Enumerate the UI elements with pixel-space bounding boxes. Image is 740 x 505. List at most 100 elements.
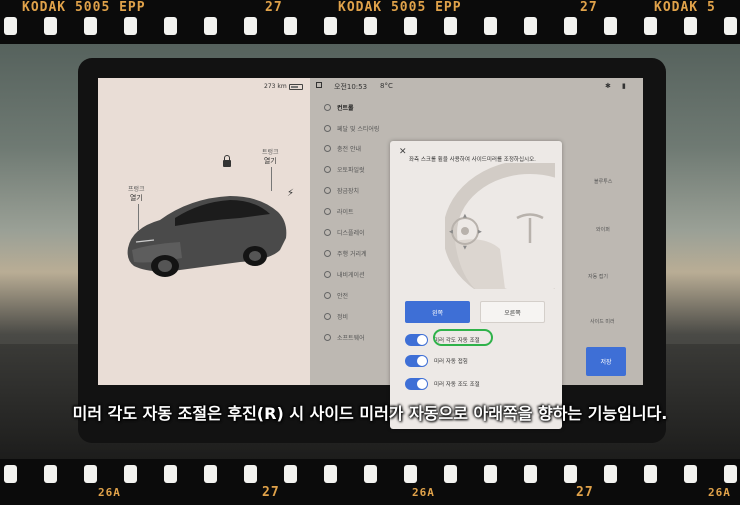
clock: 오전10:53 [334, 83, 368, 91]
rear-trunk-label: 트렁크 [262, 149, 279, 156]
rear-trunk-button[interactable]: 트렁크 열기 [262, 148, 279, 166]
film-perforation [4, 465, 17, 483]
film-perforation [444, 465, 457, 483]
menu-item-locks[interactable]: 잠금장치 [324, 184, 359, 196]
video-subtitle: 미러 각도 자동 조절은 후진(R) 시 사이드 미러가 자동으로 아래쪽을 향… [72, 404, 668, 423]
mirror-fold-toggle[interactable] [405, 355, 428, 367]
film-perforation [324, 17, 337, 35]
rear-trunk-open-label: 열기 [263, 157, 277, 165]
steering-wheel-image: ▲ ▼ ◀ ▶ [445, 163, 555, 289]
lock-icon [324, 186, 331, 194]
svg-text:◀: ◀ [449, 229, 453, 235]
save-button[interactable]: 저장 [586, 347, 626, 376]
menu-item-autopilot[interactable]: 오토파일럿 [324, 163, 365, 175]
toggle-icon [324, 103, 331, 111]
bolt-icon [324, 144, 331, 152]
film-perforation [404, 465, 417, 483]
film-perforation [164, 465, 177, 483]
right-tile-mirror[interactable]: 사이드 미러 [590, 318, 615, 325]
car-image [127, 196, 287, 277]
film-perforation [604, 465, 617, 483]
range-text: 273 km [264, 83, 287, 90]
right-tile-wiper[interactable]: 와이퍼 [596, 226, 610, 233]
photo-scene: 273 km 프렁크 열기 트렁크 열기 ⚡ 오전10:53 8°C ✱ ▮ 컨… [0, 44, 740, 459]
left-mirror-button[interactable]: 왼쪽 [405, 301, 470, 323]
menu-item-label: 컨트롤 [337, 104, 354, 112]
film-perforation [724, 17, 737, 35]
profile-icon[interactable] [316, 82, 322, 88]
right-mirror-label: 오른쪽 [504, 309, 521, 317]
lock-icon[interactable] [223, 155, 231, 167]
menu-item-label: 페달 및 스티어링 [337, 125, 380, 133]
film-perforation [564, 465, 577, 483]
car-icon [324, 124, 331, 132]
menu-item-controls[interactable]: 컨트롤 [324, 101, 354, 113]
toggle-row-fold: 미러 자동 접힘 [405, 354, 468, 368]
menu-item-label: 충전 안내 [337, 145, 361, 153]
menu-item-navigation[interactable]: 내비게이션 [324, 268, 365, 280]
film-perforation [324, 465, 337, 483]
film-perforation [444, 17, 457, 35]
menu-item-label: 안전 [337, 292, 349, 300]
film-perforation [244, 17, 257, 35]
film-perforation [564, 17, 577, 35]
close-icon[interactable]: ✕ [399, 147, 407, 157]
mirror-dim-label: 미러 자동 조도 조절 [434, 382, 480, 388]
wrench-icon [324, 312, 331, 320]
right-tile-bluetooth[interactable]: 블루투스 [594, 178, 612, 185]
menu-item-software[interactable]: 소프트웨어 [324, 331, 365, 343]
film-frame-number: 27 [580, 0, 598, 15]
menu-item-label: 주행 거리계 [337, 250, 367, 258]
battery-icon [289, 84, 303, 90]
menu-item-trips[interactable]: 주행 거리계 [324, 247, 367, 259]
menu-item-label: 디스플레이 [337, 229, 365, 237]
right-mirror-button[interactable]: 오른쪽 [480, 301, 545, 323]
menu-item-lights[interactable]: 라이트 [324, 205, 354, 217]
film-frame-number: 27 [265, 0, 283, 15]
safety-icon [324, 291, 331, 299]
menu-item-label: 잠금장치 [337, 187, 360, 195]
trip-icon [324, 249, 331, 257]
menu-item-display[interactable]: 디스플레이 [324, 226, 365, 238]
annotation-highlight-circle [433, 329, 493, 346]
film-strip-top: KODAK 5005 EPP 27 KODAK 5005 EPP 27 KODA… [0, 0, 740, 44]
film-perforation [684, 17, 697, 35]
film-perforation [4, 17, 17, 35]
left-mirror-label: 왼쪽 [431, 309, 444, 317]
film-frame-number: 27 [576, 485, 594, 500]
film-perforation [524, 17, 537, 35]
svg-text:▶: ▶ [478, 229, 482, 235]
menu-item-pedals[interactable]: 페달 및 스티어링 [324, 122, 379, 134]
right-tile-autofold[interactable]: 자동 접기 [588, 273, 608, 280]
film-frame-code: 26A [412, 486, 435, 499]
menu-item-safety[interactable]: 안전 [324, 289, 348, 301]
mirror-dim-toggle[interactable] [405, 378, 428, 390]
film-frame-number: 27 [262, 485, 280, 500]
bluetooth-icon[interactable]: ✱ [605, 82, 611, 90]
film-frame-code: 26A [708, 486, 731, 499]
toggle-row-dim: 미러 자동 조도 조절 [405, 377, 480, 391]
film-perforation [364, 465, 377, 483]
film-perforation [84, 465, 97, 483]
film-perforation [84, 17, 97, 35]
svg-text:▲: ▲ [463, 213, 467, 219]
film-perforation [484, 465, 497, 483]
film-strip-bottom: 26A 27 26A 27 26A [0, 459, 740, 505]
menu-item-charging[interactable]: 충전 안내 [324, 142, 361, 154]
lte-icon: ▮ [622, 82, 626, 90]
film-perforation [684, 465, 697, 483]
mirror-tilt-toggle[interactable] [405, 334, 428, 346]
display-icon [324, 228, 331, 236]
film-perforation [244, 465, 257, 483]
steering-icon [324, 165, 331, 173]
outside-temp: 8°C [380, 82, 393, 90]
menu-item-label: 소프트웨어 [337, 334, 365, 342]
film-perforation [724, 465, 737, 483]
nav-icon [324, 270, 331, 278]
film-perforation [124, 465, 137, 483]
film-perforation [644, 465, 657, 483]
menu-item-service[interactable]: 정비 [324, 310, 348, 322]
film-perforation [284, 465, 297, 483]
film-perforation [44, 465, 57, 483]
film-perforation [164, 17, 177, 35]
